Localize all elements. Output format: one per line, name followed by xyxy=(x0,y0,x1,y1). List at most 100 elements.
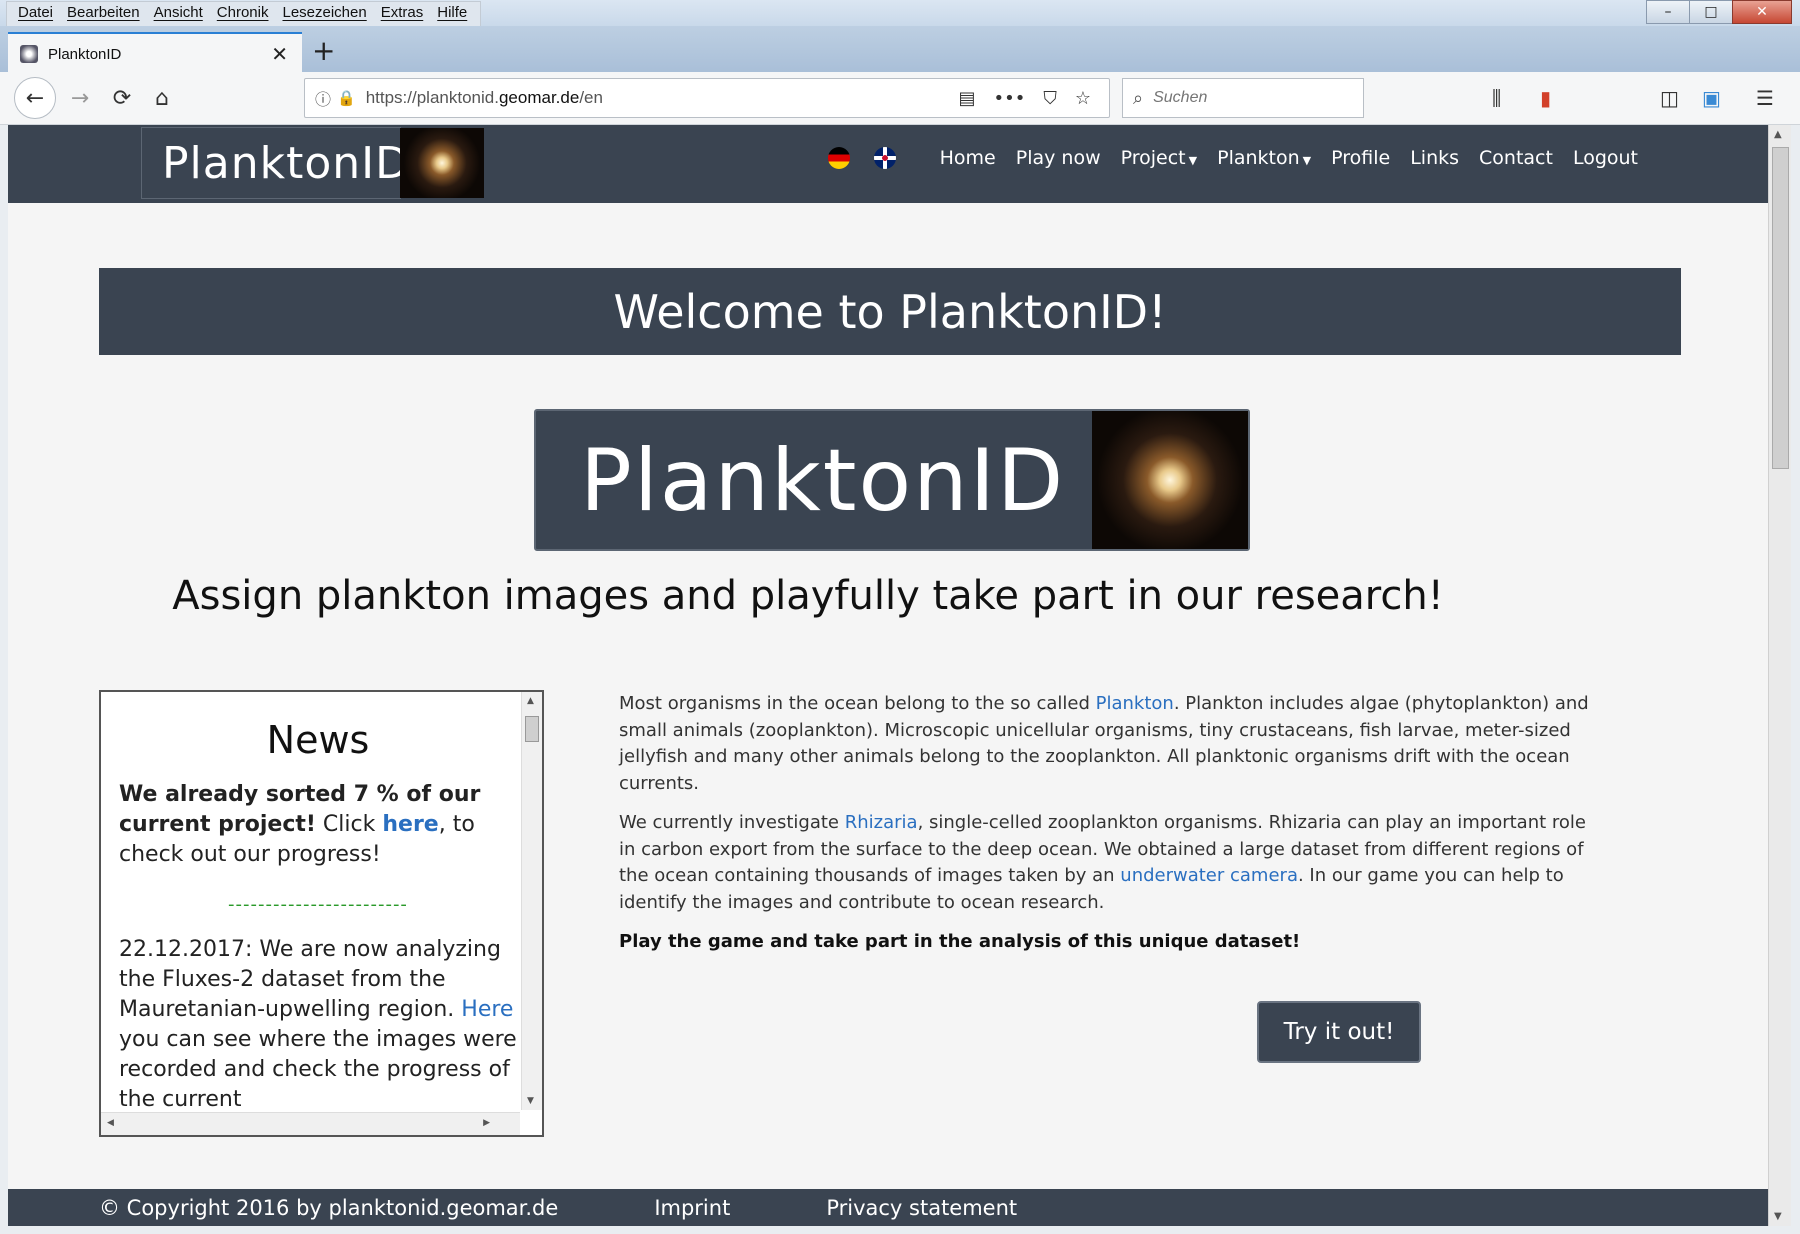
welcome-heading: Welcome to PlanktonID! xyxy=(613,284,1167,339)
extension-icon[interactable]: ▮ xyxy=(1540,86,1551,110)
page-scroll-up-icon[interactable]: ▲ xyxy=(1774,129,1782,140)
news-item: 22.12.2017: We are now analyzing the Flu… xyxy=(119,935,517,1110)
new-tab-icon[interactable]: + xyxy=(312,34,335,67)
news-panel[interactable]: News We already sorted 7 % of our curren… xyxy=(99,690,544,1137)
footer-copyright: © Copyright 2016 by planktonid.geomar.de xyxy=(99,1195,559,1220)
nav-home[interactable]: Home xyxy=(940,147,996,169)
site-nav-links: Home Play now Project ▼ Plankton ▼ Profile… xyxy=(827,147,1638,169)
caret-down-icon: ▼ xyxy=(1302,154,1312,167)
tab-strip: PlanktonID ✕ + xyxy=(0,26,1800,74)
hero-plankton-image xyxy=(1092,411,1248,549)
plankton-link[interactable]: Plankton xyxy=(1096,693,1174,714)
url-host: https://planktonid. xyxy=(365,88,499,107)
footer-imprint-link[interactable]: Imprint xyxy=(654,1196,730,1220)
reader-view-icon[interactable]: ▤ xyxy=(958,88,975,109)
library-icon[interactable]: ⫼ xyxy=(1492,86,1501,110)
rhizaria-link[interactable]: Rhizaria xyxy=(845,812,918,833)
news-heading: News xyxy=(266,718,370,762)
nav-contact[interactable]: Contact xyxy=(1479,147,1553,169)
search-bar[interactable]: ⌕ xyxy=(1122,78,1364,118)
pocket-icon[interactable]: ⛉ xyxy=(1043,88,1057,109)
reload-icon[interactable]: ⟳ xyxy=(104,80,140,116)
news-click-text: Click xyxy=(315,812,383,837)
minimize-button[interactable]: – xyxy=(1646,0,1690,24)
scroll-right-icon[interactable]: ▶ xyxy=(483,1118,490,1128)
url-domain: geomar.de xyxy=(498,88,580,107)
bookmark-star-icon[interactable]: ☆ xyxy=(1075,88,1091,109)
navigation-toolbar: ← → ⟳ ⌂ ⓘ 🔒 https://planktonid.geomar.de… xyxy=(0,72,1800,125)
try-it-out-button[interactable]: Try it out! xyxy=(1257,1001,1421,1063)
close-window-button[interactable]: ✕ xyxy=(1732,0,1792,24)
page-viewport: PlanktonID Home Play now Project ▼ Plankt… xyxy=(8,125,1768,1226)
nav-play-now[interactable]: Play now xyxy=(1016,147,1101,169)
nav-project-label: Project xyxy=(1120,147,1186,169)
back-arrow-icon[interactable]: ← xyxy=(14,77,56,119)
menu-list: Datei Bearbeiten Ansicht Chronik Lesezei… xyxy=(6,1,482,27)
page-actions-icon[interactable]: ••• xyxy=(994,88,1026,109)
page-scroll-thumb[interactable] xyxy=(1772,147,1789,469)
scroll-up-icon[interactable]: ▲ xyxy=(527,696,534,706)
call-to-action: Play the game and take part in the analy… xyxy=(619,931,1301,952)
news-item-text: 22.12.2017: We are now analyzing the Flu… xyxy=(119,937,501,1022)
intro-content: Most organisms in the ocean belong to th… xyxy=(619,691,1599,969)
news-progress-link[interactable]: here xyxy=(382,812,438,837)
news-highlight: We already sorted 7 % of our current pro… xyxy=(119,780,517,870)
favicon-icon xyxy=(20,45,38,63)
site-logo-text: PlanktonID xyxy=(162,137,411,189)
menu-ansicht[interactable]: Ansicht xyxy=(147,2,210,26)
menu-extras[interactable]: Extras xyxy=(374,2,431,26)
menu-chronik[interactable]: Chronik xyxy=(210,2,276,26)
intro-paragraph-1: Most organisms in the ocean belong to th… xyxy=(619,691,1599,797)
news-map-link[interactable]: Here xyxy=(461,997,513,1022)
news-content: News We already sorted 7 % of our curren… xyxy=(119,692,517,1110)
nav-profile[interactable]: Profile xyxy=(1331,147,1390,169)
nav-project[interactable]: Project ▼ xyxy=(1121,147,1197,169)
home-icon[interactable]: ⌂ xyxy=(144,80,180,116)
url-bar[interactable]: ⓘ 🔒 https://planktonid.geomar.de/en ▤ ••… xyxy=(304,78,1110,118)
close-tab-icon[interactable]: ✕ xyxy=(271,42,288,66)
page-scroll-down-icon[interactable]: ▼ xyxy=(1774,1211,1782,1222)
footer-privacy-link[interactable]: Privacy statement xyxy=(826,1196,1017,1220)
menu-hilfe[interactable]: Hilfe xyxy=(430,2,474,26)
url-text[interactable]: https://planktonid.geomar.de/en xyxy=(366,88,959,108)
lock-icon[interactable]: 🔒 xyxy=(337,89,356,107)
hero-logo: PlanktonID xyxy=(534,409,1250,551)
tagline: Assign plankton images and playfully tak… xyxy=(172,573,1444,619)
nav-links[interactable]: Links xyxy=(1410,147,1459,169)
german-flag-icon[interactable] xyxy=(827,147,850,169)
news-scroll-thumb[interactable] xyxy=(525,716,539,742)
maximize-button[interactable]: □ xyxy=(1689,0,1733,24)
scroll-left-icon[interactable]: ◀ xyxy=(107,1118,114,1128)
info-icon[interactable]: ⓘ xyxy=(315,86,331,110)
menu-bar: Datei Bearbeiten Ansicht Chronik Lesezei… xyxy=(0,0,1800,27)
page-vertical-scrollbar[interactable]: ▲ ▼ xyxy=(1768,125,1791,1226)
hamburger-menu-icon[interactable]: ☰ xyxy=(1756,86,1774,110)
site-logo[interactable]: PlanktonID xyxy=(141,127,484,199)
site-footer: © Copyright 2016 by planktonid.geomar.de… xyxy=(8,1189,1768,1226)
search-icon: ⌕ xyxy=(1133,87,1144,109)
url-path: /en xyxy=(579,88,603,107)
site-navbar: PlanktonID Home Play now Project ▼ Plankt… xyxy=(8,125,1768,203)
nav-plankton[interactable]: Plankton ▼ xyxy=(1217,147,1311,169)
p1-text-a: Most organisms in the ocean belong to th… xyxy=(619,693,1096,714)
uk-flag-icon[interactable] xyxy=(873,147,896,169)
menu-lesezeichen[interactable]: Lesezeichen xyxy=(275,2,373,26)
caret-down-icon: ▼ xyxy=(1188,154,1198,167)
news-vertical-scrollbar[interactable]: ▲ ▼ xyxy=(521,692,542,1110)
nav-plankton-label: Plankton xyxy=(1217,147,1300,169)
search-input[interactable] xyxy=(1151,88,1336,108)
tab-title: PlanktonID xyxy=(48,45,122,63)
menu-bearbeiten[interactable]: Bearbeiten xyxy=(60,2,147,26)
underwater-camera-link[interactable]: underwater camera xyxy=(1120,865,1298,886)
news-horizontal-scrollbar[interactable]: ◀ ▶ xyxy=(101,1112,520,1135)
forward-arrow-icon[interactable]: → xyxy=(62,80,98,116)
p2-text-a: We currently investigate xyxy=(619,812,845,833)
screenshot-icon[interactable]: ▣ xyxy=(1702,86,1721,110)
tab-planktonid[interactable]: PlanktonID ✕ xyxy=(8,32,302,74)
nav-logout[interactable]: Logout xyxy=(1573,147,1638,169)
sidebar-icon[interactable]: ◫ xyxy=(1660,86,1679,110)
news-divider: ------------------------ xyxy=(228,894,408,915)
menu-datei[interactable]: Datei xyxy=(11,2,60,26)
scroll-down-icon[interactable]: ▼ xyxy=(527,1096,534,1106)
hero-logo-text: PlanktonID xyxy=(580,431,1066,531)
